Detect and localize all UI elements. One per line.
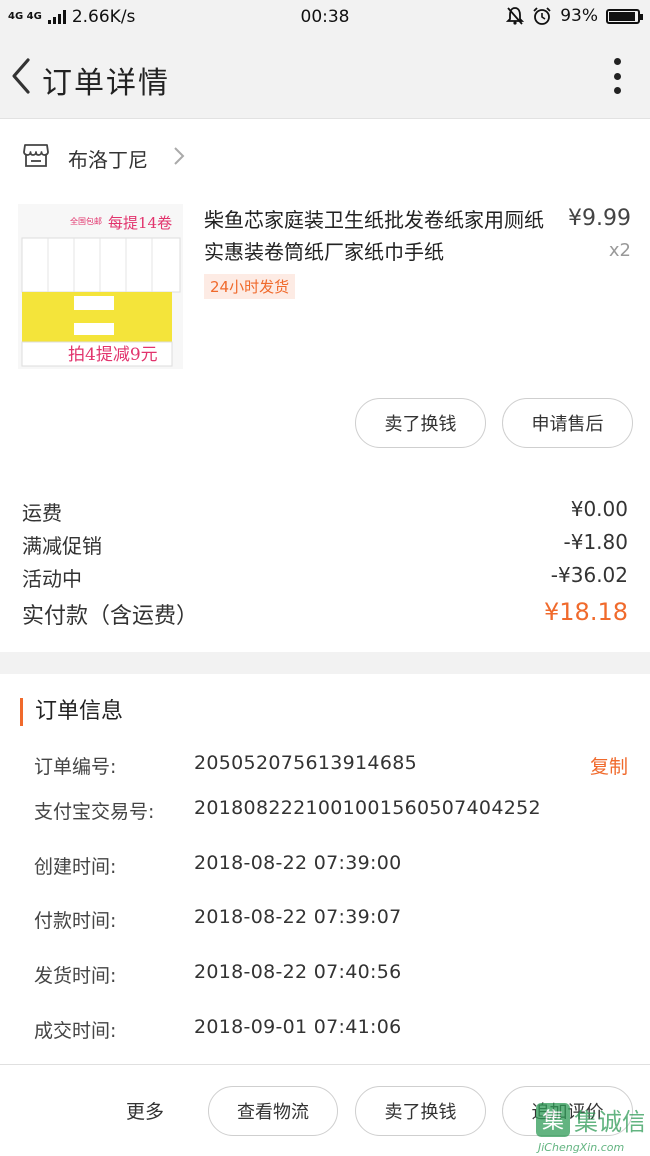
- order-number-row: 订单编号: 205052075613914685 复制: [34, 752, 628, 782]
- alipay-trade-value: 2018082221001001560507404252: [194, 797, 541, 819]
- alipay-trade-label: 支付宝交易号:: [34, 801, 155, 823]
- banner-big-text: 每提14卷: [108, 214, 172, 232]
- status-bar: 4G 4G 2.66K/s 00:38 93%: [0, 0, 650, 36]
- created-time-label: 创建时间:: [34, 856, 117, 878]
- svg-text:集: 集: [542, 1109, 564, 1134]
- order-number-value: 205052075613914685: [194, 752, 417, 774]
- event-row: 活动中 -¥36.02: [22, 563, 628, 595]
- status-right: 93%: [506, 6, 643, 26]
- product-title[interactable]: 柴鱼芯家庭装卫生纸批发卷纸家用厕纸实惠装卷筒纸厂家纸巾手纸: [204, 204, 554, 268]
- section-divider: [0, 652, 650, 674]
- event-value: -¥36.02: [550, 563, 628, 587]
- site-watermark-logo: 集 集诚信 JiChengXin.com: [536, 1103, 644, 1154]
- paid-time-row: 付款时间: 2018-08-22 07:39:07: [34, 906, 628, 936]
- mute-bell-icon: [506, 7, 525, 25]
- store-row[interactable]: 布洛丁尼: [0, 120, 650, 190]
- battery-fill: [609, 11, 635, 21]
- product-image[interactable]: 全国包邮 每提14卷 拍4提减9元: [18, 204, 183, 369]
- shipping-tag: 24小时发货: [204, 274, 296, 299]
- created-time-row: 创建时间: 2018-08-22 07:39:00: [34, 852, 628, 882]
- shipping-row: 运费 ¥0.00: [22, 497, 628, 529]
- order-number-label: 订单编号:: [34, 756, 117, 778]
- more-options-icon[interactable]: [610, 58, 624, 94]
- store-icon: [23, 144, 49, 167]
- after-sale-button[interactable]: 申请售后: [502, 398, 633, 448]
- exchange-button[interactable]: 卖了换钱: [355, 398, 486, 448]
- alarm-icon: [533, 7, 551, 25]
- event-label: 活动中: [22, 567, 82, 591]
- product-price: ¥9.99: [568, 206, 631, 231]
- shipping-label: 运费: [22, 501, 62, 525]
- paid-label: 实付款（含运费）: [22, 604, 199, 629]
- paid-row: 实付款（含运费） ¥18.18: [22, 598, 628, 630]
- page-title: 订单详情: [42, 66, 170, 101]
- shipping-value: ¥0.00: [570, 497, 628, 521]
- product-quantity: x2: [608, 240, 631, 261]
- discount-label: 满减促销: [22, 534, 102, 558]
- view-logistics-button[interactable]: 查看物流: [208, 1086, 338, 1136]
- shipped-time-value: 2018-08-22 07:40:56: [194, 961, 402, 983]
- paid-time-value: 2018-08-22 07:39:07: [194, 906, 402, 928]
- footer-exchange-button[interactable]: 卖了换钱: [355, 1086, 486, 1136]
- paid-time-label: 付款时间:: [34, 910, 117, 932]
- completed-time-value: 2018-09-01 07:41:06: [194, 1016, 402, 1038]
- battery-icon: [606, 8, 643, 24]
- toilet-paper-illustration: 全国包邮 每提14卷 拍4提减9元: [18, 204, 183, 369]
- discount-row: 满减促销 -¥1.80: [22, 530, 628, 562]
- discount-value: -¥1.80: [563, 530, 628, 554]
- battery-percent: 93%: [560, 6, 598, 26]
- store-name[interactable]: 布洛丁尼: [68, 144, 148, 173]
- promo-text: 拍4提减9元: [68, 345, 158, 365]
- copy-button[interactable]: 复制: [590, 752, 628, 779]
- order-info-title: 订单信息: [20, 698, 123, 726]
- completed-time-label: 成交时间:: [34, 1020, 117, 1042]
- watermark-url: JiChengXin.com: [536, 1141, 624, 1154]
- app-header: 订单详情: [0, 36, 650, 119]
- created-time-value: 2018-08-22 07:39:00: [194, 852, 402, 874]
- more-button[interactable]: 更多: [126, 1097, 164, 1124]
- back-arrow-icon[interactable]: [6, 54, 36, 98]
- shipped-time-row: 发货时间: 2018-08-22 07:40:56: [34, 961, 628, 991]
- completed-time-row: 成交时间: 2018-09-01 07:41:06: [34, 1016, 628, 1046]
- banner-small-text: 全国包邮: [70, 216, 102, 226]
- alipay-trade-row: 支付宝交易号: 2018082221001001560507404252: [34, 797, 628, 827]
- paid-value: ¥18.18: [544, 598, 628, 626]
- watermark-text: 集诚信: [574, 1108, 644, 1136]
- chevron-right-icon: [174, 147, 185, 165]
- shipped-time-label: 发货时间:: [34, 965, 117, 987]
